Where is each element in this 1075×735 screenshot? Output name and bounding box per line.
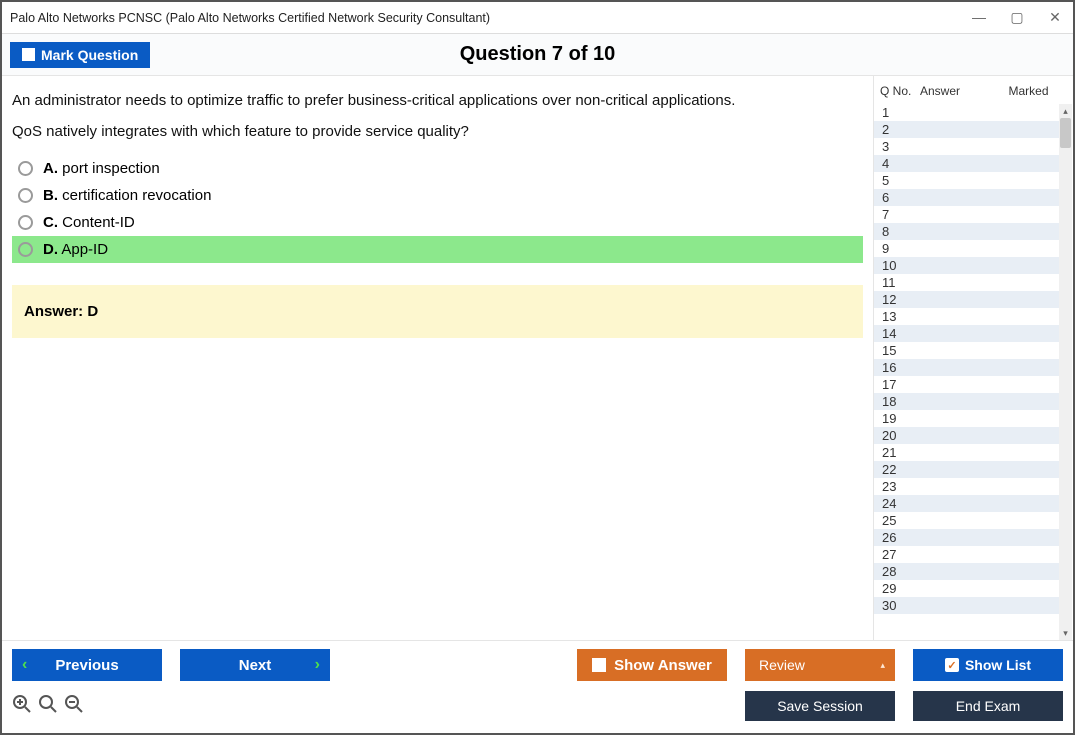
scroll-down-icon[interactable]: ▾ (1059, 626, 1072, 640)
col-marked: Marked (990, 84, 1067, 98)
checkbox-empty-icon (22, 48, 35, 61)
show-list-button[interactable]: ✓ Show List (913, 649, 1063, 681)
list-item[interactable]: 3 (874, 138, 1059, 155)
list-item[interactable]: 17 (874, 376, 1059, 393)
show-answer-label: Show Answer (614, 657, 712, 674)
list-item[interactable]: 18 (874, 393, 1059, 410)
list-item[interactable]: 26 (874, 529, 1059, 546)
window-controls: — ▢ ✕ (969, 9, 1065, 26)
checkbox-empty-icon (592, 658, 606, 672)
list-item[interactable]: 4 (874, 155, 1059, 172)
col-answer: Answer (920, 84, 990, 98)
next-label: Next (239, 657, 272, 674)
question-list: 1234567891011121314151617181920212223242… (874, 104, 1073, 640)
option-a-label: A. port inspection (43, 160, 160, 177)
chevron-left-icon: ‹ (22, 656, 27, 674)
chevron-up-icon: ▴ (880, 660, 885, 671)
list-item[interactable]: 1 (874, 104, 1059, 121)
list-item[interactable]: 27 (874, 546, 1059, 563)
option-b[interactable]: B. certification revocation (12, 182, 863, 209)
list-item[interactable]: 2 (874, 121, 1059, 138)
option-c[interactable]: C. Content-ID (12, 209, 863, 236)
list-item[interactable]: 11 (874, 274, 1059, 291)
list-item[interactable]: 13 (874, 308, 1059, 325)
close-button[interactable]: ✕ (1045, 9, 1065, 26)
list-item[interactable]: 24 (874, 495, 1059, 512)
sidebar: Q No. Answer Marked 12345678910111213141… (873, 76, 1073, 640)
end-exam-label: End Exam (956, 698, 1021, 714)
maximize-button[interactable]: ▢ (1007, 9, 1027, 26)
window-title: Palo Alto Networks PCNSC (Palo Alto Netw… (10, 11, 490, 25)
footer-row-1: ‹ Previous Next › Show Answer Review ▴ ✓… (12, 649, 1063, 681)
question-line2: QoS natively integrates with which featu… (12, 121, 863, 144)
option-d-label: D. App-ID (43, 241, 108, 258)
show-list-label: Show List (965, 657, 1031, 673)
list-item[interactable]: 6 (874, 189, 1059, 206)
zoom-controls (12, 694, 84, 719)
footer: ‹ Previous Next › Show Answer Review ▴ ✓… (2, 640, 1073, 733)
topbar: Mark Question Question 7 of 10 (2, 34, 1073, 76)
question-line1: An administrator needs to optimize traff… (12, 90, 863, 113)
minimize-button[interactable]: — (969, 9, 989, 26)
radio-icon (18, 161, 33, 176)
list-item[interactable]: 15 (874, 342, 1059, 359)
list-item[interactable]: 20 (874, 427, 1059, 444)
zoom-in-icon[interactable] (12, 694, 32, 719)
question-text: An administrator needs to optimize traff… (12, 90, 863, 143)
mark-question-label: Mark Question (41, 47, 138, 63)
list-item[interactable]: 5 (874, 172, 1059, 189)
list-item[interactable]: 29 (874, 580, 1059, 597)
option-d[interactable]: D. App-ID (12, 236, 863, 263)
scroll-up-icon[interactable]: ▴ (1059, 104, 1072, 118)
previous-button[interactable]: ‹ Previous (12, 649, 162, 681)
radio-icon (18, 242, 33, 257)
list-item[interactable]: 9 (874, 240, 1059, 257)
radio-icon (18, 215, 33, 230)
zoom-icon[interactable] (38, 694, 58, 719)
previous-label: Previous (55, 657, 118, 674)
footer-row-2: Save Session End Exam (12, 691, 1063, 721)
sidebar-header: Q No. Answer Marked (874, 80, 1073, 104)
question-counter: Question 7 of 10 (2, 43, 1073, 66)
list-item[interactable]: 19 (874, 410, 1059, 427)
chevron-right-icon: › (315, 656, 320, 674)
mark-question-button[interactable]: Mark Question (10, 42, 150, 68)
list-item[interactable]: 14 (874, 325, 1059, 342)
review-label: Review (759, 657, 805, 673)
list-item[interactable]: 10 (874, 257, 1059, 274)
show-answer-button[interactable]: Show Answer (577, 649, 727, 681)
zoom-out-icon[interactable] (64, 694, 84, 719)
list-item[interactable]: 7 (874, 206, 1059, 223)
review-button[interactable]: Review ▴ (745, 649, 895, 681)
option-a[interactable]: A. port inspection (12, 155, 863, 182)
col-qno: Q No. (880, 84, 920, 98)
list-item[interactable]: 21 (874, 444, 1059, 461)
list-item[interactable]: 25 (874, 512, 1059, 529)
scrollbar[interactable]: ▴ ▾ (1059, 104, 1072, 640)
list-item[interactable]: 28 (874, 563, 1059, 580)
scroll-thumb[interactable] (1060, 118, 1071, 148)
answer-box: Answer: D (12, 285, 863, 338)
option-b-label: B. certification revocation (43, 187, 211, 204)
list-item[interactable]: 16 (874, 359, 1059, 376)
list-item[interactable]: 30 (874, 597, 1059, 614)
options-list: A. port inspection B. certification revo… (12, 155, 863, 263)
end-exam-button[interactable]: End Exam (913, 691, 1063, 721)
main-panel: An administrator needs to optimize traff… (2, 76, 873, 640)
titlebar: Palo Alto Networks PCNSC (Palo Alto Netw… (2, 2, 1073, 34)
list-item[interactable]: 22 (874, 461, 1059, 478)
list-item[interactable]: 8 (874, 223, 1059, 240)
next-button[interactable]: Next › (180, 649, 330, 681)
content-row: An administrator needs to optimize traff… (2, 76, 1073, 640)
save-session-label: Save Session (777, 698, 863, 714)
radio-icon (18, 188, 33, 203)
list-item[interactable]: 12 (874, 291, 1059, 308)
save-session-button[interactable]: Save Session (745, 691, 895, 721)
app-window: Palo Alto Networks PCNSC (Palo Alto Netw… (0, 0, 1075, 735)
checkbox-checked-icon: ✓ (945, 658, 959, 672)
list-item[interactable]: 23 (874, 478, 1059, 495)
option-c-label: C. Content-ID (43, 214, 135, 231)
